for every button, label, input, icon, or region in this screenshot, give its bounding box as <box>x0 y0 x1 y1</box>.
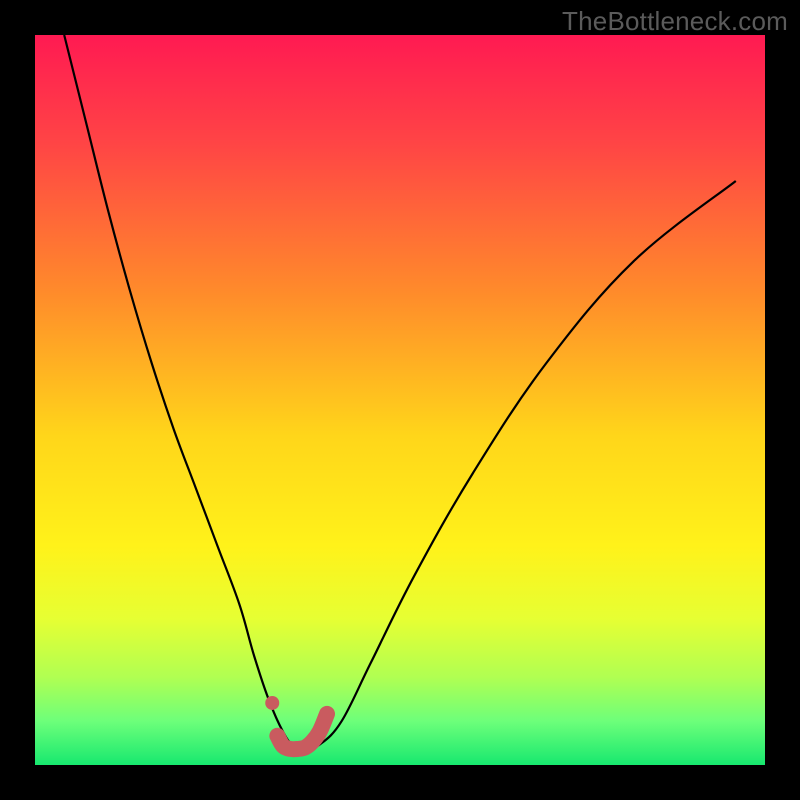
bottleneck-curve <box>64 35 736 749</box>
curve-layer <box>35 35 765 765</box>
accent-dot <box>265 696 279 710</box>
accent-u-segment <box>277 714 327 749</box>
chart-frame: TheBottleneck.com <box>0 0 800 800</box>
watermark-text: TheBottleneck.com <box>562 6 788 37</box>
